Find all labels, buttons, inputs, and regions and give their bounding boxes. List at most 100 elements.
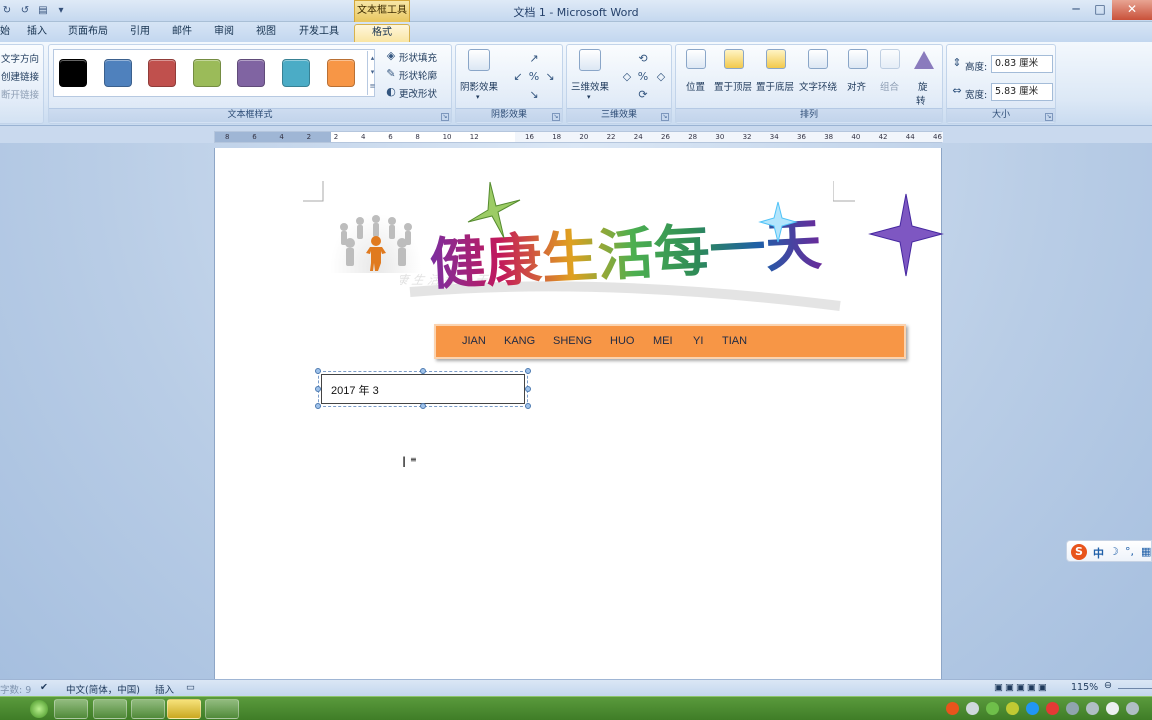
style-swatch-purple[interactable] bbox=[237, 59, 265, 87]
resize-handle-tr[interactable] bbox=[525, 368, 531, 374]
height-input[interactable]: 0.83 厘米 bbox=[991, 55, 1053, 73]
taskbar-recorder-icon[interactable] bbox=[205, 699, 239, 719]
nudge-right-icon[interactable]: ↘ bbox=[544, 71, 556, 83]
text-direction-button[interactable]: 文字方向 bbox=[1, 51, 39, 65]
tray-block-icon[interactable] bbox=[1046, 702, 1059, 715]
nudge-down-icon[interactable]: ↘ bbox=[528, 89, 540, 101]
tab-references[interactable]: 引用 bbox=[126, 24, 154, 42]
keyboard-icon[interactable]: ▦ bbox=[1141, 545, 1151, 558]
tab-format[interactable]: 格式 bbox=[354, 24, 410, 42]
toggle-3d-icon[interactable]: % bbox=[637, 71, 649, 83]
bring-to-front-icon[interactable] bbox=[724, 49, 744, 69]
tray-network-icon[interactable] bbox=[1086, 702, 1099, 715]
dropdown-icon[interactable]: ▾ bbox=[587, 93, 591, 101]
moon-icon[interactable]: ☽ bbox=[1109, 545, 1119, 558]
rotate-button[interactable]: 旋 bbox=[918, 79, 928, 93]
tilt-down-icon[interactable]: ⟳ bbox=[637, 89, 649, 101]
shape-outline-button[interactable]: 形状轮廓 bbox=[399, 68, 437, 82]
style-swatch-orange[interactable] bbox=[327, 59, 355, 87]
tilt-left-icon[interactable]: ◇ bbox=[621, 71, 633, 83]
create-link-button[interactable]: 创建链接 bbox=[1, 69, 39, 83]
tab-review[interactable]: 审阅 bbox=[210, 24, 238, 42]
wordart-title[interactable]: 健 康 生 活 每 一 天 健康生活每一天 bbox=[400, 180, 945, 315]
send-to-back-icon[interactable] bbox=[766, 49, 786, 69]
tray-clock-icon[interactable] bbox=[1126, 702, 1139, 715]
zoom-out-icon[interactable]: ⊖ bbox=[1104, 680, 1112, 691]
word-count[interactable]: 字数: 9 bbox=[0, 682, 31, 696]
change-shape-button[interactable]: 更改形状 bbox=[399, 86, 437, 100]
nudge-left-icon[interactable]: ↙ bbox=[512, 71, 524, 83]
shadow-effects-icon[interactable] bbox=[468, 49, 490, 71]
resize-handle-tl[interactable] bbox=[315, 368, 321, 374]
insert-mode-indicator[interactable]: 插入 bbox=[155, 682, 174, 696]
style-swatch-green[interactable] bbox=[193, 59, 221, 87]
size-launcher-icon[interactable]: ↘ bbox=[1045, 113, 1053, 121]
tab-view[interactable]: 视图 bbox=[252, 24, 280, 42]
send-to-back-button[interactable]: 置于底层 bbox=[756, 79, 794, 93]
style-swatch-red[interactable] bbox=[148, 59, 176, 87]
nudge-up-icon[interactable]: ↗ bbox=[528, 53, 540, 65]
print-preview-icon[interactable]: ▤ bbox=[36, 4, 50, 18]
rotate-button-2[interactable]: 转 bbox=[916, 93, 926, 107]
tab-insert[interactable]: 插入 bbox=[22, 24, 52, 42]
punctuation-icon[interactable]: °, bbox=[1125, 545, 1134, 558]
resize-handle-t[interactable] bbox=[420, 368, 426, 374]
tray-update-icon[interactable] bbox=[1006, 702, 1019, 715]
dropdown-icon[interactable]: ▾ bbox=[476, 93, 480, 101]
ime-mode-label[interactable]: 中 bbox=[1093, 545, 1104, 561]
zoom-level[interactable]: 115% bbox=[1071, 682, 1098, 693]
rotate-icon[interactable] bbox=[914, 51, 934, 69]
resize-handle-bl[interactable] bbox=[315, 403, 321, 409]
taskbar-browser-icon[interactable] bbox=[167, 699, 201, 719]
pinyin-banner[interactable]: JIAN KANG SHENG HUO MEI YI TIAN bbox=[434, 324, 906, 359]
style-swatch-black[interactable] bbox=[59, 59, 87, 87]
maximize-icon[interactable]: □ bbox=[1088, 0, 1112, 20]
redo-icon[interactable]: ↻ bbox=[0, 4, 14, 18]
threed-effects-button[interactable]: 三维效果 bbox=[571, 79, 609, 93]
tab-developer[interactable]: 开发工具 bbox=[294, 24, 344, 42]
tab-home[interactable]: 始 bbox=[0, 24, 10, 42]
taskbar-word-icon[interactable] bbox=[131, 699, 165, 719]
close-icon[interactable]: ✕ bbox=[1112, 0, 1152, 20]
align-icon[interactable] bbox=[848, 49, 868, 69]
text-wrapping-icon[interactable] bbox=[808, 49, 828, 69]
minimize-icon[interactable]: ─ bbox=[1064, 0, 1088, 20]
align-button[interactable]: 对齐 bbox=[847, 79, 866, 93]
tray-volume-icon[interactable] bbox=[1106, 702, 1119, 715]
customize-qat-icon[interactable]: ▾ bbox=[54, 4, 68, 18]
tilt-up-icon[interactable]: ⟲ bbox=[637, 53, 649, 65]
resize-handle-l[interactable] bbox=[315, 386, 321, 392]
gallery-scroll-icon[interactable]: ▴ ▾ ≡ bbox=[367, 51, 377, 95]
view-buttons-icon[interactable]: ▣▣▣▣▣ bbox=[994, 682, 1049, 693]
bring-to-front-button[interactable]: 置于顶层 bbox=[714, 79, 752, 93]
shadow-effects-button[interactable]: 阴影效果 bbox=[460, 79, 498, 93]
tray-sogou-icon[interactable] bbox=[946, 702, 959, 715]
text-wrapping-button[interactable]: 文字环绕 bbox=[799, 79, 837, 93]
start-button-icon[interactable] bbox=[30, 700, 48, 718]
tray-ime-icon[interactable] bbox=[966, 702, 979, 715]
threed-effects-icon[interactable] bbox=[579, 49, 601, 71]
language-indicator[interactable]: 中文(简体，中国) bbox=[66, 682, 140, 696]
break-link-button[interactable]: 断开链接 bbox=[1, 87, 39, 101]
horizontal-ruler[interactable]: 8 6 4 2 2 4 6 8 10 12 16 18 20 22 24 26 28 30 32 34 36 38 40 42… bbox=[214, 131, 943, 143]
resize-handle-b[interactable] bbox=[420, 403, 426, 409]
tilt-right-icon[interactable]: ◇ bbox=[655, 71, 667, 83]
zoom-slider[interactable] bbox=[1118, 688, 1152, 689]
tray-security-icon[interactable] bbox=[986, 702, 999, 715]
macro-record-icon[interactable]: ▭ bbox=[186, 682, 195, 693]
resize-handle-r[interactable] bbox=[525, 386, 531, 392]
toggle-shadow-icon[interactable]: % bbox=[528, 71, 540, 83]
taskbar-app-icon[interactable] bbox=[93, 699, 127, 719]
style-swatch-blue[interactable] bbox=[104, 59, 132, 87]
shape-fill-button[interactable]: 形状填充 bbox=[399, 50, 437, 64]
dialog-launcher-icon[interactable]: ↘ bbox=[441, 113, 449, 121]
style-swatch-aqua[interactable] bbox=[282, 59, 310, 87]
undo-icon[interactable]: ↺ bbox=[18, 4, 32, 18]
tray-browser-icon[interactable] bbox=[1026, 702, 1039, 715]
resize-handle-br[interactable] bbox=[525, 403, 531, 409]
tray-shield-icon[interactable] bbox=[1066, 702, 1079, 715]
position-icon[interactable] bbox=[686, 49, 706, 69]
proofing-icon[interactable]: ✔ bbox=[40, 682, 48, 693]
width-input[interactable]: 5.83 厘米 bbox=[991, 83, 1053, 101]
group-button[interactable]: 组合 bbox=[880, 79, 899, 93]
